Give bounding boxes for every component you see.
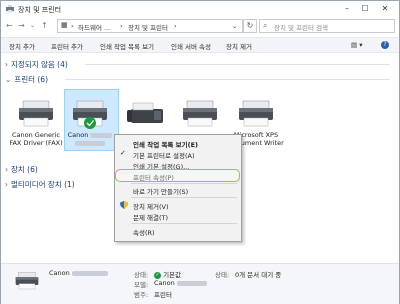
context-menu: 인쇄 작업 목록 보기(E) ✓ 기본 프린터로 설정(A) 인쇄 기본 설정(… <box>114 134 242 242</box>
add-device-button[interactable]: 장치 추가 <box>9 41 35 51</box>
back-arrow-icon[interactable]: ← <box>6 21 13 30</box>
refresh-button[interactable]: ↻ <box>243 19 257 33</box>
details-model-value: Canon <box>154 279 175 287</box>
group-divider <box>65 79 390 80</box>
see-print-queue-button[interactable]: 인쇄 작업 목록 보기 <box>100 41 154 51</box>
details-queue-value: 0개 문서 대기 중 <box>235 271 282 279</box>
menu-see-print-queue[interactable]: 인쇄 작업 목록 보기(E) <box>115 138 241 149</box>
menu-remove-device[interactable]: 장치 제거(V) <box>115 200 241 211</box>
group-unspecified[interactable]: › 지정되지 않음 (4) <box>5 59 390 70</box>
redacted-model-text <box>176 280 207 286</box>
redacted-model-text <box>90 132 113 138</box>
breadcrumb[interactable]: ▦ › 하드웨어 ... › 장치 및 프린터 › ⌄ <box>57 19 243 33</box>
address-dropdown-icon[interactable]: ⌄ <box>232 22 237 30</box>
command-bar: 장치 추가 프린터 추가 인쇄 작업 목록 보기 인쇄 서버 속성 장치 제거 … <box>1 37 399 53</box>
menu-separator <box>131 183 237 184</box>
printer-icon <box>15 272 39 290</box>
devices-and-printers-window: 장치 및 프린터 – ☐ ✕ ← → ⌄ ↑ ▦ › 하드웨어 ... › 장치… <box>0 0 400 304</box>
menu-separator <box>131 197 237 198</box>
device-fax-printer[interactable]: Canon Generic FAX Driver (FAX) <box>7 99 65 147</box>
printer-icon <box>19 100 53 127</box>
details-model-label: 모델: <box>134 281 149 289</box>
search-input[interactable]: ⌕ 장치 및 프린터 검색 <box>259 19 395 33</box>
menu-properties[interactable]: 속성(R) <box>115 226 241 237</box>
search-placeholder: 장치 및 프린터 검색 <box>274 24 329 32</box>
default-check-icon <box>84 117 96 129</box>
group-devices[interactable]: › 장치 (6) <box>5 164 38 175</box>
fax-icon <box>127 102 163 123</box>
details-pane: Canon 상태: ✓ 기본값 모델: Canon 범주: 프린터 상태: 0개… <box>1 263 399 304</box>
printer-icon <box>73 100 107 129</box>
device-fax-machine[interactable] <box>117 99 175 131</box>
close-button[interactable]: ✕ <box>377 3 393 15</box>
details-device-name: Canon <box>49 269 70 277</box>
default-check-icon: ✓ <box>154 271 161 279</box>
title-bar: 장치 및 프린터 – ☐ ✕ <box>1 1 399 17</box>
details-category-value: 프린터 <box>154 291 172 299</box>
add-printer-button[interactable]: 프린터 추가 <box>51 41 83 51</box>
menu-troubleshoot[interactable]: 문제 해결(T) <box>115 211 241 222</box>
details-queue-label: 상태: <box>215 271 230 279</box>
chevron-right-icon: › <box>5 60 8 69</box>
breadcrumb-chevron-icon: › <box>71 22 74 30</box>
view-options-icon[interactable]: ▤ ▾ <box>351 41 362 49</box>
redacted-model-text <box>75 140 105 146</box>
breadcrumb-segment-current[interactable]: 장치 및 프린터 <box>128 22 168 32</box>
checkmark-icon: ✓ <box>120 149 126 157</box>
device-label: Canon <box>67 131 89 139</box>
menu-create-shortcut[interactable]: 바로 가기 만들기(S) <box>115 185 241 196</box>
address-bar: ← → ⌄ ↑ ▦ › 하드웨어 ... › 장치 및 프린터 › ⌄ ↻ ⌕ … <box>1 18 399 33</box>
breadcrumb-chevron-icon: › <box>174 22 177 30</box>
redacted-model-text <box>71 270 108 276</box>
control-panel-icon: ▦ <box>61 21 68 29</box>
chevron-down-icon: ⌄ <box>5 75 12 84</box>
help-icon[interactable]: ? <box>381 41 389 49</box>
minimize-button[interactable]: – <box>339 3 355 15</box>
menu-set-default-printer[interactable]: ✓ 기본 프린터로 설정(A) <box>115 149 241 160</box>
details-status-label: 상태: <box>134 271 149 279</box>
printer-folder-icon <box>6 5 14 13</box>
details-status-value: 기본값 <box>163 271 182 279</box>
shield-icon <box>120 201 128 209</box>
print-server-properties-button[interactable]: 인쇄 서버 속성 <box>171 41 211 51</box>
window-title: 장치 및 프린터 <box>18 6 62 14</box>
up-arrow-icon[interactable]: ↑ <box>41 21 48 30</box>
remove-device-button[interactable]: 장치 제거 <box>226 41 252 51</box>
breadcrumb-chevron-icon: › <box>120 22 123 30</box>
printer-icon <box>239 100 273 127</box>
device-printer-4[interactable] <box>171 99 229 131</box>
chevron-right-icon: › <box>5 165 8 174</box>
search-icon: ⌕ <box>263 21 268 30</box>
group-printers[interactable]: ⌄ 프린터 (6) <box>5 74 390 85</box>
group-divider <box>85 64 390 65</box>
forward-arrow-icon[interactable]: → <box>18 21 25 30</box>
maximize-button[interactable]: ☐ <box>357 3 373 15</box>
group-multimedia[interactable]: › 멀티미디어 장치 (1) <box>5 179 75 190</box>
menu-separator <box>131 223 237 224</box>
device-canon-printer-selected[interactable]: Canon <box>61 99 119 147</box>
breadcrumb-segment[interactable]: 하드웨어 ... <box>78 22 110 32</box>
printer-properties-callout <box>115 169 240 182</box>
chevron-right-icon: › <box>5 180 8 189</box>
details-category-label: 범주: <box>134 291 149 299</box>
device-label: Canon Generic FAX Driver (FAX) <box>9 131 63 147</box>
recent-dropdown-icon[interactable]: ⌄ <box>30 22 35 29</box>
printer-icon <box>183 100 217 127</box>
